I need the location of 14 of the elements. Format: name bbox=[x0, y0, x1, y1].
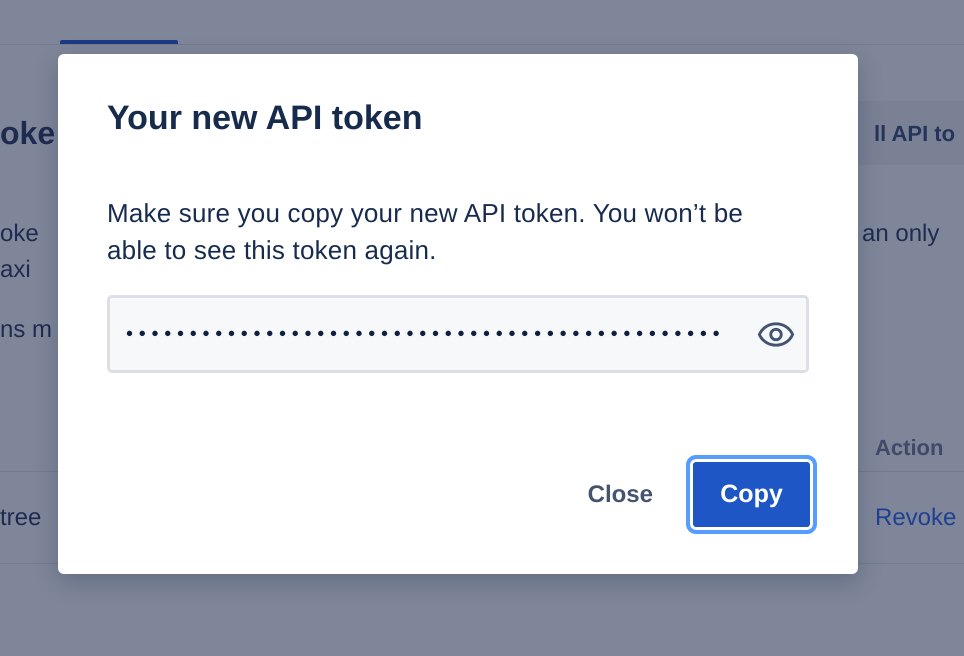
dialog-title: Your new API token bbox=[107, 98, 422, 138]
page-text: oke bbox=[0, 219, 39, 249]
eye-icon bbox=[757, 320, 795, 348]
table-cell-text: tree bbox=[0, 502, 42, 532]
dialog-message: Make sure you copy your new API token. You won’t be able to see this token again. bbox=[107, 197, 744, 267]
reveal-button[interactable] bbox=[757, 320, 795, 348]
page-text: axi bbox=[0, 255, 31, 285]
token-field[interactable]: ••••••••••••••••••••••••••••••••••••••••••••••• bbox=[107, 295, 809, 373]
close-button[interactable]: Close bbox=[574, 462, 667, 527]
column-header: Action bbox=[875, 435, 944, 460]
page-text: ns m bbox=[0, 315, 52, 345]
page-text: an only bbox=[862, 220, 940, 247]
copy-button[interactable]: Copy bbox=[686, 455, 817, 534]
page-heading: oke bbox=[0, 114, 56, 153]
